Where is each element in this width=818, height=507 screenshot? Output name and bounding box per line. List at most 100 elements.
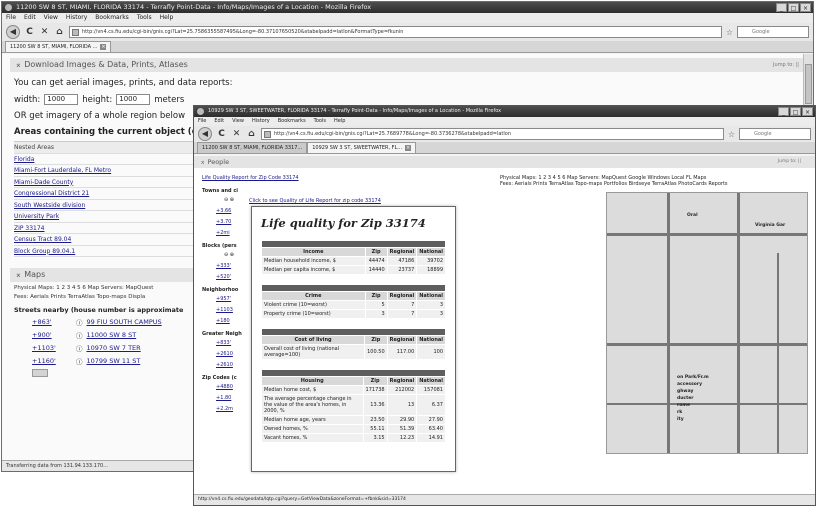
zip-value: 5 xyxy=(364,300,388,310)
area-link[interactable]: Miami-Dade County xyxy=(14,179,73,186)
menu-file[interactable]: File xyxy=(198,117,206,126)
area-link[interactable]: Miami-Fort Lauderdale, FL Metro xyxy=(14,167,111,174)
fees-line[interactable]: Fees: Aerials Prints TerraAtlas Topo-map… xyxy=(14,294,206,300)
home-icon[interactable]: ⌂ xyxy=(54,27,65,38)
map-label: on Park/Fr.m xyxy=(677,375,709,380)
menu-view[interactable]: View xyxy=(232,117,244,126)
col-regional: Regional xyxy=(386,335,418,345)
regional-value: 29.90 xyxy=(386,415,418,425)
maps-section-header[interactable]: ⌅ Maps xyxy=(10,268,210,282)
life-quality-popup: Life quality for Zip 33174 Income Zip Re… xyxy=(251,206,456,472)
url-text: http://vn4.cs.fiu.edu/cgi-bin/gnis.cgi?L… xyxy=(274,131,511,137)
row-label: Property crime (10=worst) xyxy=(261,309,366,319)
menu-bookmarks[interactable]: Bookmarks xyxy=(95,13,129,23)
window-title: 10929 SW 3 ST, SWEETWATER, FLORIDA 33174… xyxy=(208,108,502,114)
street-distance[interactable]: +900' xyxy=(32,331,72,339)
people-header-text: People xyxy=(207,158,230,166)
street-distance[interactable]: +863' xyxy=(32,318,72,326)
row-label: Violent crime (10=worst) xyxy=(261,300,366,310)
menu-bar: File Edit View History Bookmarks Tools H… xyxy=(194,117,815,126)
row-label: Owned homes, % xyxy=(261,424,364,434)
area-link[interactable]: South Westside division xyxy=(14,202,85,209)
street-name[interactable]: 11000 SW 8 ST xyxy=(87,331,137,339)
info-icon[interactable]: ⓘ xyxy=(76,343,83,353)
home-icon[interactable]: ⌂ xyxy=(246,129,257,140)
lq-click-hint[interactable]: Click to see Quality of Life Report for … xyxy=(249,198,381,204)
info-icon[interactable]: ⓘ xyxy=(76,330,83,340)
menu-history[interactable]: History xyxy=(252,117,270,126)
tab-label: 11200 SW 8 ST, MIAMI, FLORIDA 3317... xyxy=(202,145,303,151)
people-right-column: Physical Maps: 1 2 3 4 5 6 Map Servers: … xyxy=(500,175,800,187)
street-map[interactable]: Oral Virginia Gar on Park/Fr.m accessory… xyxy=(606,192,808,454)
lq-report-link[interactable]: Life Quality Report for Zip Code 33174 xyxy=(202,175,452,181)
url-bar[interactable]: http://vn4.cs.fiu.edu/cgi-bin/gnis.cgi?L… xyxy=(69,26,722,38)
tab-active[interactable]: 10929 SW 3 ST, SWEETWATER, FL... × xyxy=(307,142,417,153)
zip-value: 171738 xyxy=(362,385,388,395)
scrollbar-thumb[interactable] xyxy=(805,64,812,104)
maximize-button[interactable]: □ xyxy=(790,107,801,116)
info-icon[interactable]: ⓘ xyxy=(76,317,83,327)
people-section-header[interactable]: ⌅ People Jump to: || xyxy=(194,156,815,168)
area-link[interactable]: ZIP 33174 xyxy=(14,225,45,232)
close-button[interactable]: × xyxy=(800,3,811,12)
national-value: 157081 xyxy=(416,385,446,395)
national-value: 3 xyxy=(416,309,446,319)
search-input[interactable]: Google xyxy=(739,128,811,140)
reload-icon[interactable]: C xyxy=(24,27,35,38)
tab-first[interactable]: 11200 SW 8 ST, MIAMI, FLORIDA 3317... xyxy=(197,142,308,153)
search-input[interactable]: Google xyxy=(737,26,809,38)
table-row: The average percentage change in the val… xyxy=(261,394,446,416)
streets-title: Streets nearby (house number is approxim… xyxy=(14,306,184,314)
url-bar[interactable]: http://vn4.cs.fiu.edu/cgi-bin/gnis.cgi?L… xyxy=(261,128,724,140)
menu-history[interactable]: History xyxy=(66,13,87,23)
maximize-button[interactable]: □ xyxy=(788,3,799,12)
bookmark-star-icon[interactable]: ☆ xyxy=(726,28,733,37)
area-link[interactable]: Florida xyxy=(14,156,34,163)
info-icon[interactable]: ⓘ xyxy=(76,356,83,366)
area-link[interactable]: University Park xyxy=(14,213,59,220)
minimize-button[interactable]: _ xyxy=(776,3,787,12)
row-label: Vacant homes, % xyxy=(261,433,364,443)
street-distance[interactable]: +1160' xyxy=(32,357,72,365)
area-link[interactable]: Census Tract 89.04 xyxy=(14,236,71,243)
menu-help[interactable]: Help xyxy=(334,117,345,126)
close-button[interactable]: × xyxy=(802,107,813,116)
back-arrow-icon[interactable]: ◀ xyxy=(6,25,20,39)
menu-help[interactable]: Help xyxy=(160,13,174,23)
menu-edit[interactable]: Edit xyxy=(24,13,36,23)
fees-line[interactable]: Fees: Aerials Prints TerraAtlas Topo-map… xyxy=(500,181,800,187)
close-tab-icon[interactable]: × xyxy=(405,145,412,151)
menu-tools[interactable]: Tools xyxy=(137,13,152,23)
menu-bookmarks[interactable]: Bookmarks xyxy=(278,117,306,126)
back-arrow-icon[interactable]: ◀ xyxy=(198,127,212,141)
height-input[interactable]: 1000 xyxy=(116,94,151,105)
jump-to-link[interactable]: Jump to: || xyxy=(778,156,801,168)
stop-icon[interactable]: ✕ xyxy=(39,27,50,38)
area-link[interactable]: Block Group 89.04.1 xyxy=(14,248,75,255)
national-value: 63.40 xyxy=(416,424,446,434)
area-link[interactable]: Congressional District 21 xyxy=(14,190,89,197)
tab-back-location[interactable]: 11200 SW 8 ST, MIAMI, FLORIDA ... × xyxy=(5,41,112,52)
stop-icon[interactable]: ✕ xyxy=(231,129,242,140)
site-favicon-icon xyxy=(264,131,271,138)
bookmark-star-icon[interactable]: ☆ xyxy=(728,130,735,139)
menu-edit[interactable]: Edit xyxy=(214,117,224,126)
zip-value: 3 xyxy=(364,309,388,319)
street-name[interactable]: 10970 SW 7 TER xyxy=(87,344,141,352)
street-distance[interactable]: +1103' xyxy=(32,344,72,352)
width-input[interactable]: 1000 xyxy=(44,94,79,105)
menu-view[interactable]: View xyxy=(44,13,58,23)
street-row: +863' ⓘ 99 FIU SOUTH CAMPUS xyxy=(32,317,210,327)
street-name[interactable]: 10799 SW 11 ST xyxy=(87,357,141,365)
close-tab-icon[interactable]: × xyxy=(100,44,107,50)
menu-tools[interactable]: Tools xyxy=(314,117,326,126)
download-section-header[interactable]: ⌅ Download Images & Data, Prints, Atlase… xyxy=(10,58,805,72)
minimize-button[interactable]: _ xyxy=(778,107,789,116)
street-name[interactable]: 99 FIU SOUTH CAMPUS xyxy=(87,318,162,326)
menu-file[interactable]: File xyxy=(6,13,16,23)
jump-to-link[interactable]: Jump to: || xyxy=(773,58,799,72)
reload-icon[interactable]: C xyxy=(216,129,227,140)
more-streets-button[interactable] xyxy=(32,369,48,377)
street-row: +1160' ⓘ 10799 SW 11 ST xyxy=(32,356,210,366)
physical-maps-line[interactable]: Physical Maps: 1 2 3 4 5 6 Map Servers: … xyxy=(14,285,206,291)
